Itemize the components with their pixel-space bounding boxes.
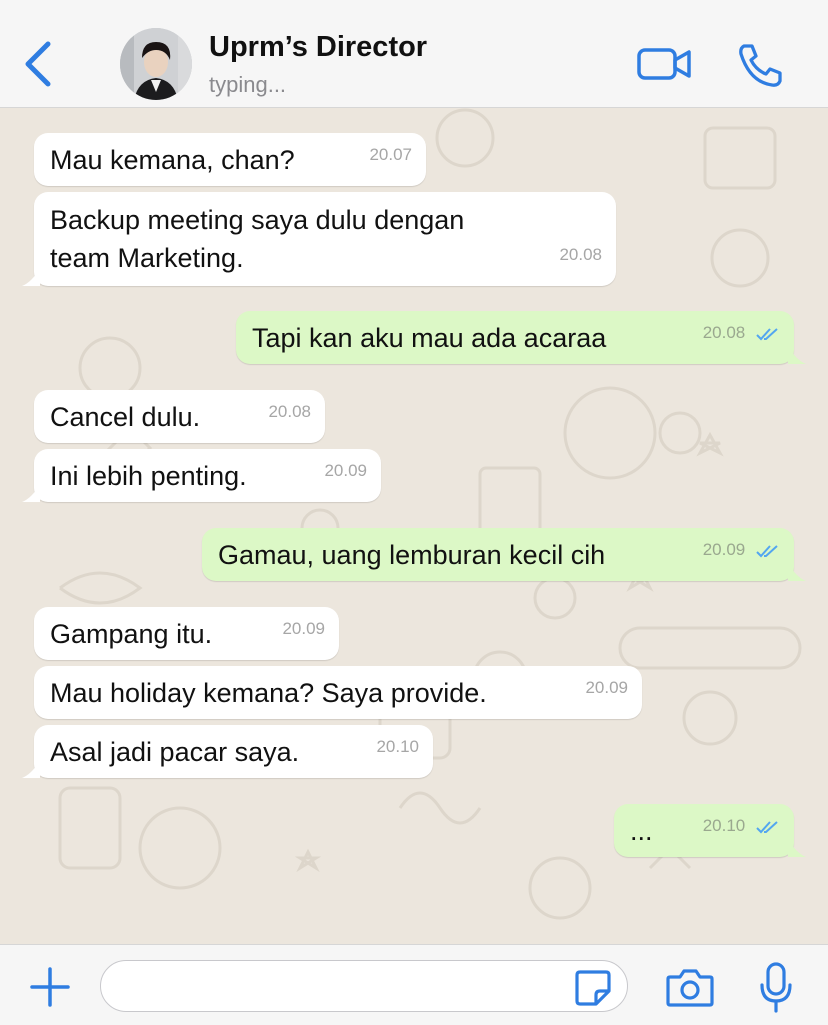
typing-status: typing...	[209, 72, 287, 97]
message-outgoing[interactable]: Gamau, uang lemburan kecil cih 20.09	[202, 528, 806, 581]
message-time: 20.07	[369, 145, 412, 164]
bubble-tail	[22, 268, 40, 286]
message-text: Cancel dulu.	[50, 402, 201, 432]
message-time: 20.10	[702, 816, 746, 835]
message-text: Gampang itu.	[50, 619, 213, 649]
message-time: 20.10	[376, 737, 419, 756]
message-text: Tapi kan aku mau ada acaraa	[252, 323, 607, 353]
phone-icon[interactable]	[736, 42, 784, 88]
message-incoming[interactable]: Ini lebih penting. 20.09	[22, 449, 381, 502]
message-time: 20.09	[702, 540, 746, 559]
bubble-tail	[22, 484, 40, 502]
video-camera-icon[interactable]	[636, 44, 692, 84]
message-time-status: 20.10	[703, 807, 780, 845]
message-text: Ini lebih penting.	[50, 461, 247, 491]
bubble-tail	[788, 563, 806, 581]
message-outgoing[interactable]: ... 20.10	[614, 804, 806, 857]
camera-icon[interactable]	[666, 967, 714, 1007]
message-text: Mau holiday kemana? Saya provide.	[50, 678, 487, 708]
composer-bar	[0, 944, 828, 1025]
message-text: Mau kemana, chan?	[50, 145, 295, 175]
avatar[interactable]	[120, 28, 192, 100]
double-check-icon	[756, 327, 778, 340]
message-time: 20.09	[585, 678, 628, 697]
message-time: 20.08	[268, 402, 311, 421]
message-time: 20.09	[324, 461, 367, 480]
message-time: 20.08	[559, 245, 602, 264]
sticker-icon[interactable]	[574, 969, 612, 1007]
message-text: Asal jadi pacar saya.	[50, 737, 300, 767]
chat-area[interactable]: Mau kemana, chan? 20.07 Backup meeting s…	[0, 108, 828, 944]
double-check-icon	[756, 820, 778, 833]
message-incoming[interactable]: Backup meeting saya dulu dengan team Mar…	[22, 192, 616, 286]
bubble-tail	[788, 346, 806, 364]
message-input[interactable]	[100, 960, 628, 1012]
message-incoming[interactable]: Asal jadi pacar saya. 20.10	[22, 725, 433, 778]
microphone-icon[interactable]	[758, 961, 794, 1015]
message-incoming[interactable]: Mau holiday kemana? Saya provide. 20.09	[34, 666, 642, 719]
message-incoming[interactable]: Gampang itu. 20.09	[34, 607, 339, 660]
chat-header: Uprm’s Director typing...	[0, 0, 828, 108]
chevron-left-icon[interactable]	[18, 38, 58, 90]
bubble-tail	[22, 760, 40, 778]
message-text: Gamau, uang lemburan kecil cih	[218, 540, 606, 570]
message-time: 20.09	[282, 619, 325, 638]
message-incoming[interactable]: Mau kemana, chan? 20.07	[34, 133, 426, 186]
double-check-icon	[756, 544, 778, 557]
message-time: 20.08	[702, 323, 746, 342]
message-incoming[interactable]: Cancel dulu. 20.08	[34, 390, 325, 443]
plus-icon[interactable]	[28, 965, 72, 1009]
message-time-status: 20.09	[703, 531, 780, 569]
contact-name[interactable]: Uprm’s Director	[209, 31, 427, 64]
message-outgoing[interactable]: Tapi kan aku mau ada acaraa 20.08	[236, 311, 806, 364]
message-text: Backup meeting saya dulu dengan team Mar…	[50, 205, 465, 273]
message-time-status: 20.08	[703, 314, 780, 352]
message-text: ...	[630, 816, 653, 846]
bubble-tail	[788, 839, 806, 857]
